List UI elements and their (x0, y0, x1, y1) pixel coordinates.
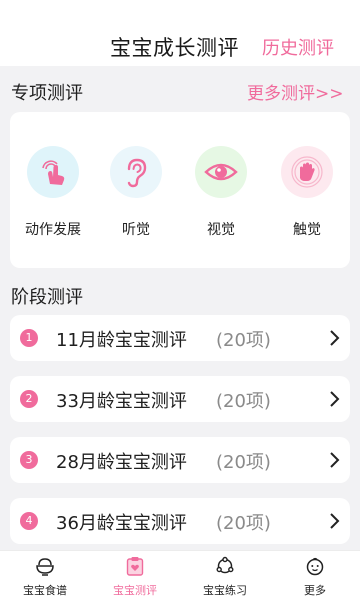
stage-row-4[interactable]: 4 36月龄宝宝测评 (20项) (10, 498, 350, 544)
stage-row-1[interactable]: 1 11月龄宝宝测评 (20项) (10, 315, 350, 361)
special-item-touch[interactable]: 触觉 (267, 112, 347, 268)
header: 宝宝成长测评 历史测评 (0, 0, 360, 66)
tab-baby-assessment[interactable]: 宝宝测评 (90, 551, 180, 600)
special-section-title: 专项测评 (11, 83, 83, 104)
exercise-ring-icon (216, 556, 234, 574)
stage-row-count: (20项) (216, 391, 271, 412)
clipboard-heart-icon (126, 557, 144, 576)
stage-row-count: (20项) (216, 452, 271, 473)
special-item-label: 视觉 (207, 222, 235, 238)
stage-row-title: 11月龄宝宝测评 (56, 330, 187, 351)
special-item-label: 触觉 (293, 222, 321, 238)
chevron-right-icon (330, 330, 340, 346)
chevron-right-icon (330, 513, 340, 529)
special-assessment-card: 动作发展 听觉 视觉 触觉 (10, 112, 350, 268)
bowl-icon (36, 558, 54, 576)
baby-face-icon (306, 557, 324, 576)
special-item-motor[interactable]: 动作发展 (13, 112, 93, 268)
chevron-right-icon (330, 452, 340, 468)
stage-row-count: (20项) (216, 513, 271, 534)
eye-icon (195, 146, 247, 198)
stage-row-2[interactable]: 2 33月龄宝宝测评 (20项) (10, 376, 350, 422)
tab-baby-exercise[interactable]: 宝宝练习 (180, 551, 270, 600)
stage-number-badge: 3 (20, 451, 38, 469)
stage-section-title: 阶段测评 (11, 287, 83, 308)
stage-row-title: 33月龄宝宝测评 (56, 391, 187, 412)
chevron-right-icon (330, 391, 340, 407)
page-title: 宝宝成长测评 (110, 36, 239, 60)
special-item-vision[interactable]: 视觉 (181, 112, 261, 268)
special-item-label: 听觉 (122, 222, 150, 238)
hand-tap-icon (27, 146, 79, 198)
history-link[interactable]: 历史测评 (262, 34, 334, 60)
tab-more[interactable]: 更多 (270, 551, 360, 600)
stage-row-count: (20项) (216, 330, 271, 351)
special-item-hearing[interactable]: 听觉 (96, 112, 176, 268)
bottom-tab-bar: 宝宝食谱 宝宝测评 宝宝练习 更多 (0, 550, 360, 600)
tab-label: 宝宝食谱 (23, 584, 67, 597)
stage-row-title: 28月龄宝宝测评 (56, 452, 187, 473)
palm-icon (281, 146, 333, 198)
stage-number-badge: 4 (20, 512, 38, 530)
tab-label: 宝宝练习 (203, 584, 247, 597)
stage-row-title: 36月龄宝宝测评 (56, 513, 187, 534)
stage-number-badge: 1 (20, 329, 38, 347)
tab-label: 宝宝测评 (113, 584, 157, 597)
ear-icon (110, 146, 162, 198)
stage-row-3[interactable]: 3 28月龄宝宝测评 (20项) (10, 437, 350, 483)
special-item-label: 动作发展 (25, 222, 81, 238)
stage-number-badge: 2 (20, 390, 38, 408)
more-assessments-link[interactable]: 更多测评>> (247, 79, 344, 104)
tab-label: 更多 (304, 584, 326, 597)
tab-baby-recipes[interactable]: 宝宝食谱 (0, 551, 90, 600)
